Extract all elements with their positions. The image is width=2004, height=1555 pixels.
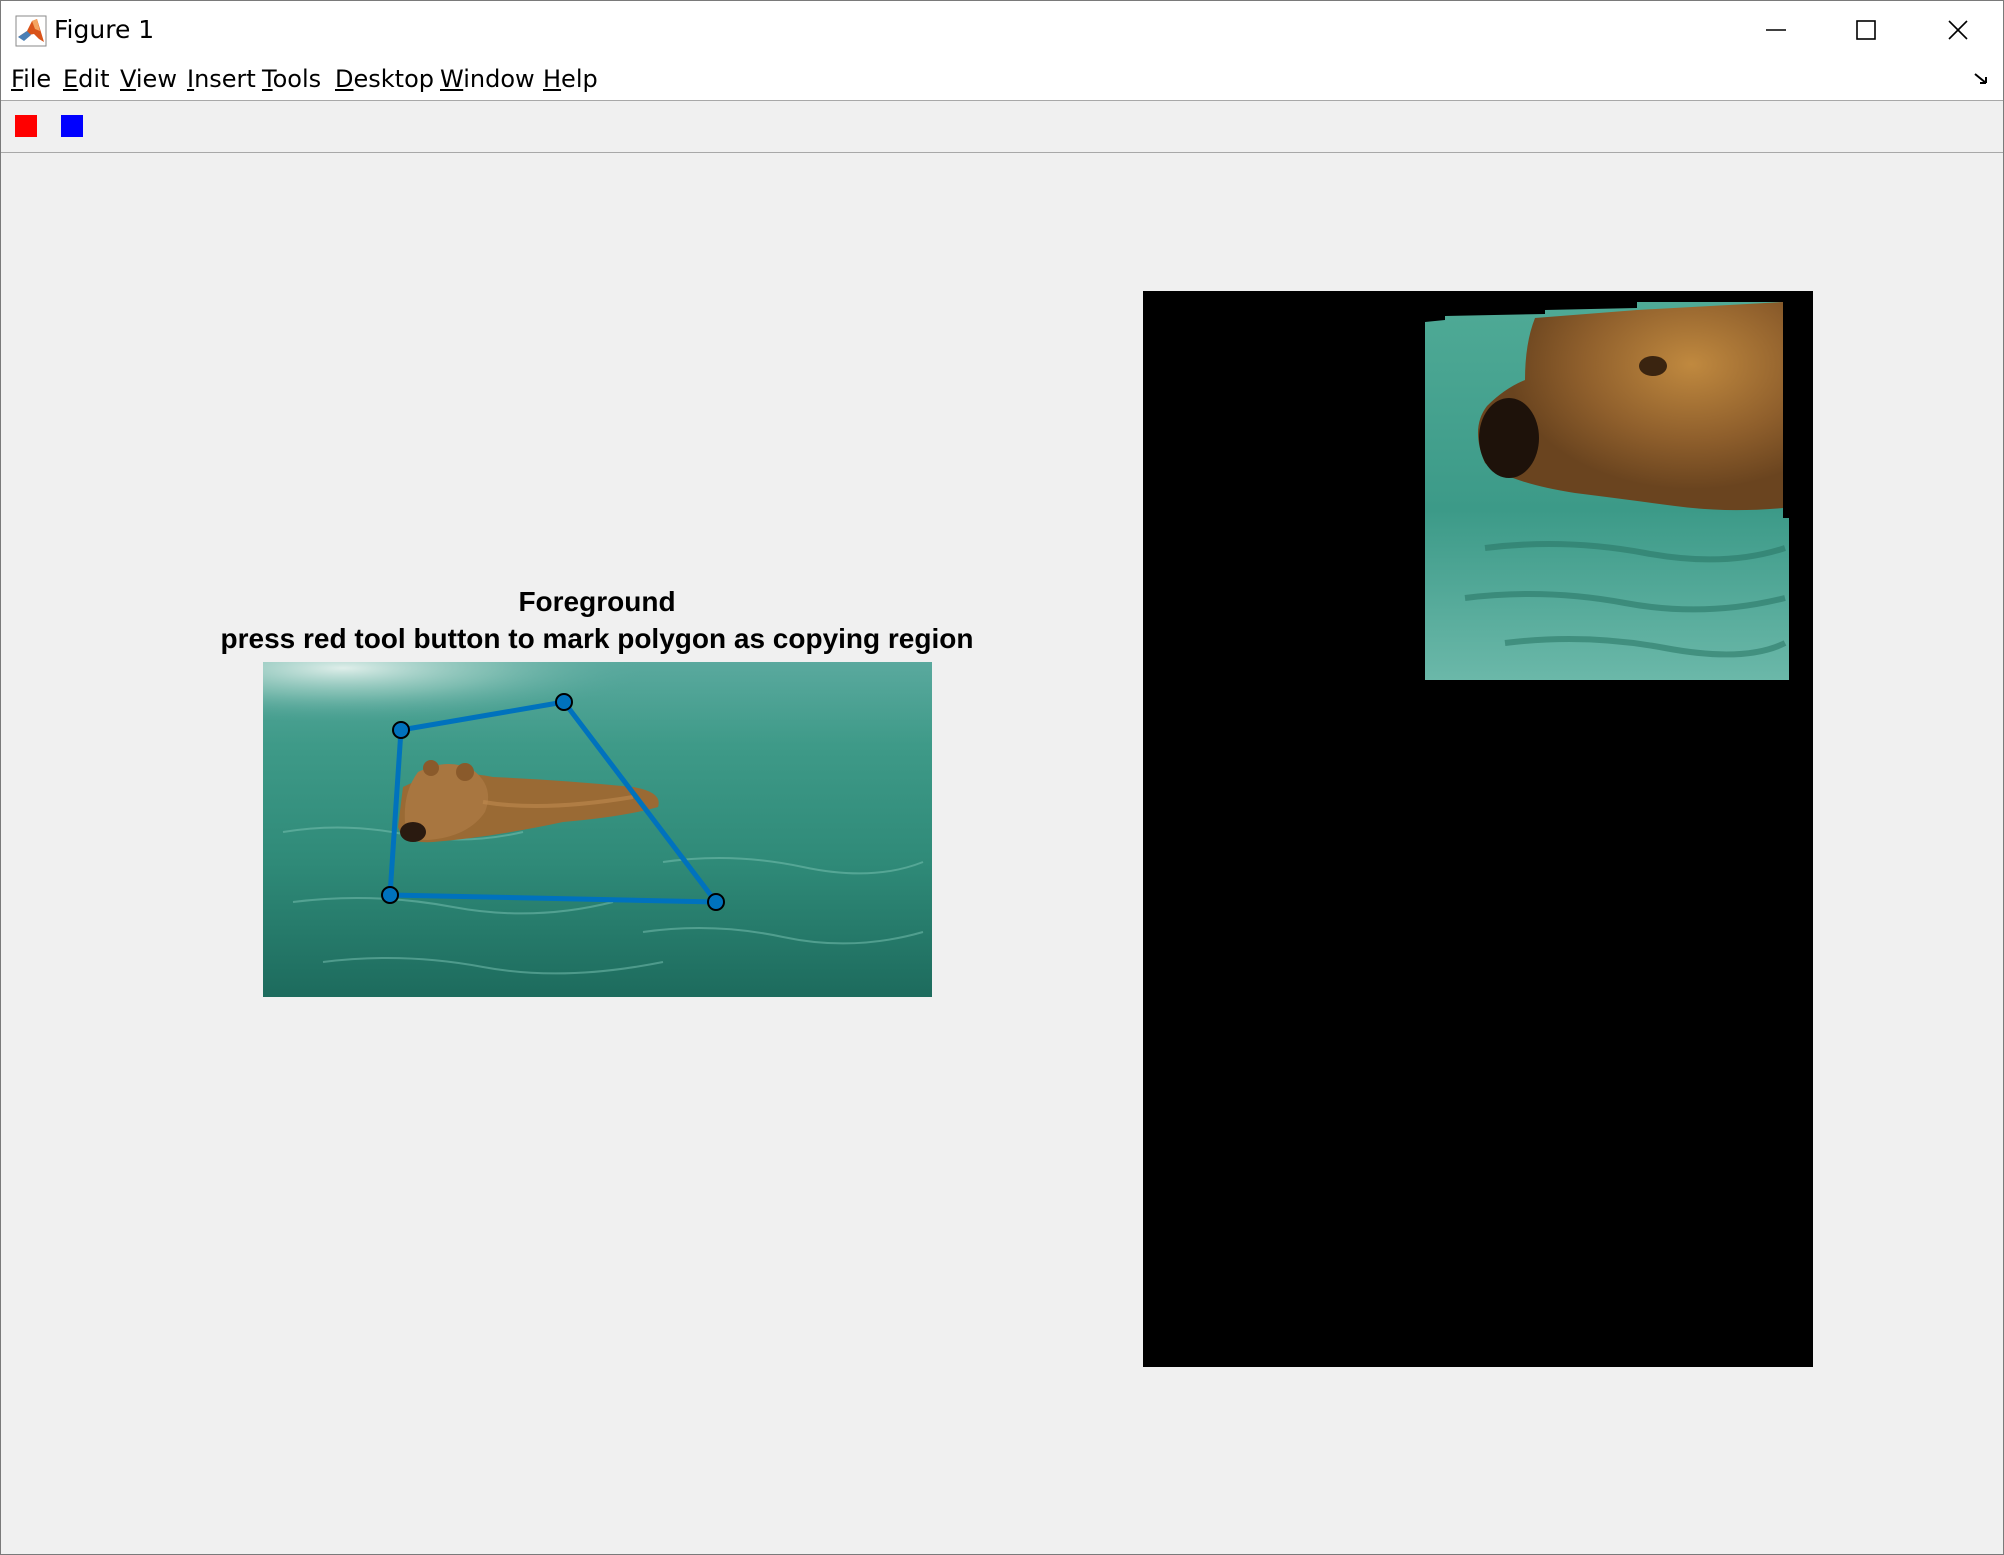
close-button[interactable] xyxy=(1913,1,2003,59)
polygon-vertex[interactable] xyxy=(707,893,725,911)
foreground-axes[interactable] xyxy=(263,662,932,997)
menu-help[interactable]: Help xyxy=(543,65,598,93)
figure-window: Figure 1 File Edit View Insert Tools Des… xyxy=(0,0,2004,1555)
menu-tools[interactable]: Tools xyxy=(262,65,321,93)
blue-tool-button[interactable] xyxy=(61,115,83,137)
polygon-vertex[interactable] xyxy=(381,886,399,904)
maximize-icon xyxy=(1856,20,1876,40)
minimize-icon xyxy=(1766,29,1786,31)
window-title: Figure 1 xyxy=(54,15,155,44)
menu-bar: File Edit View Insert Tools Desktop Wind… xyxy=(1,59,2003,101)
close-icon xyxy=(1948,20,1968,40)
copied-region-image xyxy=(1425,302,1789,680)
menu-window[interactable]: Window xyxy=(440,65,535,93)
matlab-logo-icon xyxy=(15,15,47,47)
title-line-1: Foreground xyxy=(518,586,676,617)
menu-file[interactable]: File xyxy=(11,65,51,93)
minimize-button[interactable] xyxy=(1731,1,1821,59)
menu-view[interactable]: View xyxy=(120,65,177,93)
maximize-button[interactable] xyxy=(1821,1,1911,59)
menu-insert[interactable]: Insert xyxy=(187,65,256,93)
title-bar: Figure 1 xyxy=(1,1,2003,59)
menu-edit[interactable]: Edit xyxy=(63,65,109,93)
title-line-2: press red tool button to mark polygon as… xyxy=(220,623,974,654)
foreground-axes-title: Foreground press red tool button to mark… xyxy=(181,583,1013,657)
figure-toolbar xyxy=(1,101,2003,153)
polygon-vertex[interactable] xyxy=(392,721,410,739)
polygon-vertex[interactable] xyxy=(555,693,573,711)
red-tool-button[interactable] xyxy=(15,115,37,137)
dock-arrow-icon[interactable] xyxy=(1973,71,1989,87)
menu-desktop[interactable]: Desktop xyxy=(335,65,434,93)
